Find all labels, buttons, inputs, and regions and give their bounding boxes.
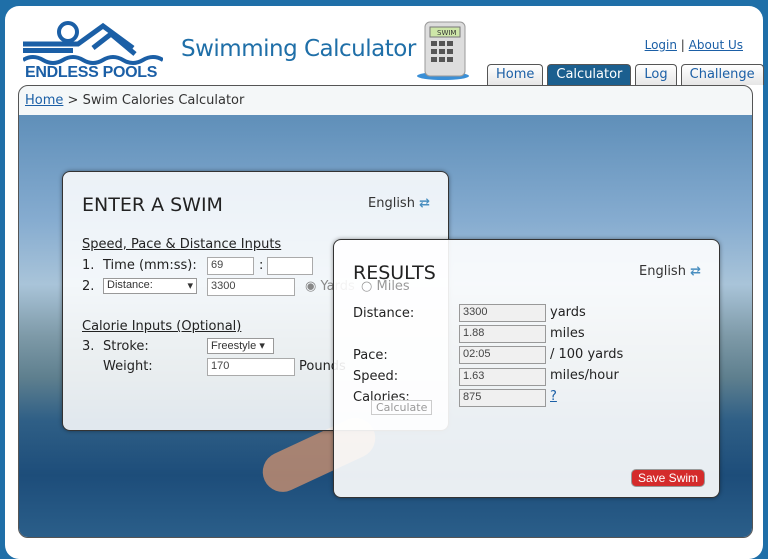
app-title: Swimming Calculator: [181, 36, 416, 62]
breadcrumb-home[interactable]: Home: [25, 93, 63, 108]
step-3-number: 3.: [82, 339, 95, 354]
time-label: Time (mm:ss):: [103, 258, 197, 273]
breadcrumb-separator: >: [67, 93, 79, 108]
miles-radio[interactable]: ○ Miles: [361, 279, 410, 294]
seconds-input[interactable]: [267, 257, 313, 275]
speed-section-heading: Speed, Pace & Distance Inputs: [82, 237, 282, 252]
stroke-label: Stroke:: [103, 339, 149, 354]
breadcrumb: Home > Swim Calories Calculator: [25, 93, 244, 108]
minutes-input[interactable]: 69: [207, 257, 254, 275]
tab-home[interactable]: Home: [487, 64, 544, 85]
step-1-number: 1.: [82, 258, 95, 273]
yards-unit: yards: [550, 305, 586, 320]
distance-miles-output: 1.88: [459, 325, 546, 343]
weight-label: Weight:: [103, 359, 153, 374]
svg-text:SWIM: SWIM: [437, 29, 456, 37]
pace-unit: / 100 yards: [550, 347, 624, 362]
distance-input[interactable]: 3300: [207, 278, 295, 296]
tab-calculator[interactable]: Calculator: [547, 64, 632, 85]
distance-select[interactable]: Distance: ▾: [103, 278, 197, 294]
miles-unit: miles: [550, 326, 585, 341]
results-panel: RESULTS English ⇄ Distance: 3300 yards 1…: [333, 239, 720, 498]
pace-label: Pace:: [353, 348, 388, 363]
tab-log[interactable]: Log: [635, 64, 677, 85]
results-language-toggle[interactable]: English ⇄: [639, 264, 701, 279]
distance-yards-output: 3300: [459, 304, 546, 322]
speed-label: Speed:: [353, 369, 399, 384]
stroke-select[interactable]: Freestyle ▾: [207, 338, 274, 354]
speed-output: 1.63: [459, 368, 546, 386]
save-swim-button[interactable]: Save Swim: [631, 469, 706, 487]
step-2-number: 2.: [82, 279, 95, 294]
top-links: Login | About Us: [645, 38, 743, 52]
calories-output: 875: [459, 389, 546, 407]
swap-icon: ⇄: [419, 196, 430, 211]
weight-input[interactable]: 170: [207, 358, 295, 376]
breadcrumb-current: Swim Calories Calculator: [82, 93, 245, 108]
enter-swim-title: ENTER A SWIM: [82, 194, 223, 216]
speed-unit: miles/hour: [550, 368, 619, 383]
dropdown-arrow-icon: ▾: [259, 340, 265, 352]
link-separator: |: [680, 38, 685, 52]
main-tabs: Home Calculator Log Challenge: [487, 64, 764, 85]
calculator-icon: SWIM: [417, 21, 469, 80]
login-link[interactable]: Login: [645, 38, 677, 52]
tab-challenge[interactable]: Challenge: [680, 64, 764, 85]
dropdown-arrow-icon: ▾: [187, 280, 193, 292]
language-toggle[interactable]: English ⇄: [368, 196, 430, 211]
distance-label: Distance:: [353, 306, 415, 321]
logo-text: ENDLESS POOLS: [25, 64, 158, 81]
calories-help-link[interactable]: ?: [550, 389, 557, 404]
pace-output: 02:05: [459, 346, 546, 364]
calorie-section-heading: Calorie Inputs (Optional): [82, 319, 242, 334]
about-us-link[interactable]: About Us: [689, 38, 743, 52]
time-colon: :: [259, 258, 264, 273]
swap-icon: ⇄: [690, 264, 701, 279]
calculate-button[interactable]: Calculate: [371, 400, 433, 415]
